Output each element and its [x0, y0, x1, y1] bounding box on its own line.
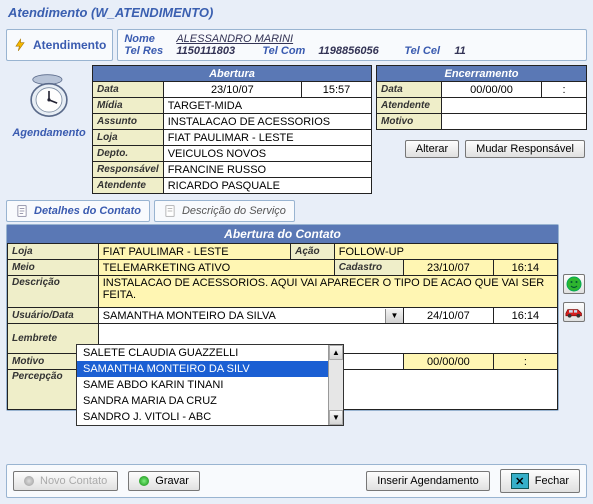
contato-acao-value: FOLLOW-UP [334, 244, 557, 260]
abertura-table: Abertura Data 23/10/07 15:57 Mídia TARGE… [92, 65, 372, 194]
contato-usuario-date[interactable]: 24/10/07 [404, 308, 494, 324]
contato-cadastro-time: 16:14 [493, 260, 557, 276]
scroll-down-button[interactable]: ▼ [329, 410, 343, 425]
atendimento-label: Atendimento [33, 38, 106, 52]
contato-acao-label: Ação [291, 244, 335, 260]
abertura-midia-value: TARGET-MIDA [163, 98, 371, 114]
contato-meio-label: Meio [8, 260, 99, 276]
car-button[interactable] [563, 302, 585, 322]
contato-cadastro-date: 23/10/07 [404, 260, 494, 276]
enc-hora-value: : [542, 82, 587, 98]
car-icon [564, 305, 584, 319]
telres-value: 1150111803 [176, 45, 256, 57]
page-icon [163, 204, 177, 218]
dropdown-option[interactable]: SAME ABDO KARIN TINANI [77, 377, 343, 393]
smiley-icon [566, 276, 582, 292]
dot-green-icon [139, 476, 149, 486]
tab-detalhes-label: Detalhes do Contato [34, 205, 141, 217]
contato-loja-label: Loja [8, 244, 99, 260]
enc-motivo-label: Motivo [377, 114, 442, 130]
abertura-data-label: Data [93, 82, 164, 98]
contato-motivo-time: : [493, 354, 557, 370]
abertura-header: Abertura [93, 66, 372, 82]
telcom-value: 1198856056 [318, 45, 398, 57]
close-x-icon: ✕ [511, 473, 529, 489]
contato-motivo-date: 00/00/00 [404, 354, 494, 370]
agendamento-label: Agendamento [12, 127, 85, 139]
enc-data-value: 00/00/00 [442, 82, 542, 98]
abertura-loja-value: FIAT PAULIMAR - LESTE [163, 130, 371, 146]
encerramento-header: Encerramento [377, 66, 587, 82]
agendamento-box: Agendamento [6, 65, 92, 194]
scroll-up-button[interactable]: ▲ [329, 345, 343, 360]
abertura-hora-value: 15:57 [302, 82, 372, 98]
dropdown-option[interactable]: SALETE CLAUDIA GUAZZELLI [77, 345, 343, 361]
abertura-depto-value: VEICULOS NOVOS [163, 146, 371, 162]
mudar-responsavel-button[interactable]: Mudar Responsável [465, 140, 585, 158]
abertura-data-value: 23/10/07 [163, 82, 301, 98]
tab-descricao-label: Descrição do Serviço [182, 205, 286, 217]
fechar-button[interactable]: ✕ Fechar [500, 469, 580, 493]
abertura-resp-value: FRANCINE RUSSO [163, 162, 371, 178]
abertura-assunto-label: Assunto [93, 114, 164, 130]
telres-label: Tel Res [124, 45, 170, 57]
contato-loja-value: FIAT PAULIMAR - LESTE [98, 244, 290, 260]
dropdown-scrollbar[interactable]: ▲ ▼ [328, 345, 343, 425]
alterar-button[interactable]: Alterar [405, 140, 459, 158]
enc-atend-value [442, 98, 587, 114]
telcom-label: Tel Com [262, 45, 312, 57]
contato-usuario-time[interactable]: 16:14 [493, 308, 557, 324]
enc-motivo-value [442, 114, 587, 130]
contato-meio-value: TELEMARKETING ATIVO [98, 260, 334, 276]
abertura-assunto-value: INSTALACAO DE ACESSORIOS [163, 114, 371, 130]
dot-gray-icon [24, 476, 34, 486]
gravar-button[interactable]: Gravar [128, 471, 200, 491]
atendimento-header: Atendimento [6, 29, 113, 61]
lightning-icon [13, 38, 27, 52]
contato-desc-label: Descrição [8, 276, 99, 308]
contato-header: Abertura do Contato [7, 225, 558, 243]
encerramento-table: Encerramento Data 00/00/00 : Atendente M… [376, 65, 587, 130]
nome-value[interactable]: ALESSANDRO MARINI [176, 33, 293, 45]
telcel-label: Tel Cel [404, 45, 448, 57]
inserir-agendamento-button[interactable]: Inserir Agendamento [366, 471, 490, 491]
fechar-label: Fechar [535, 475, 569, 487]
gravar-label: Gravar [155, 475, 189, 487]
page-icon [15, 204, 29, 218]
tab-detalhes-contato[interactable]: Detalhes do Contato [6, 200, 150, 222]
usuario-dropdown-list[interactable]: ▲ ▼ SALETE CLAUDIA GUAZZELLISAMANTHA MON… [76, 344, 344, 426]
abertura-depto-label: Depto. [93, 146, 164, 162]
contato-desc-value: INSTALACAO DE ACESSORIOS. AQUI VAI APARE… [98, 276, 557, 308]
contato-usuario-label: Usuário/Data [8, 308, 99, 324]
watch-icon [23, 69, 75, 121]
dropdown-option[interactable]: SAMANTHA MONTEIRO DA SILV [77, 361, 343, 377]
abertura-atend-label: Atendente [93, 178, 164, 194]
novo-contato-label: Novo Contato [40, 475, 107, 487]
usuario-dropdown-arrow[interactable]: ▼ [385, 309, 403, 323]
abertura-loja-label: Loja [93, 130, 164, 146]
enc-data-label: Data [377, 82, 442, 98]
telcel-value: 11 [454, 45, 465, 57]
inserir-agend-label: Inserir Agendamento [377, 475, 479, 487]
dropdown-option[interactable]: SANDRA MARIA DA CRUZ [77, 393, 343, 409]
nome-label: Nome [124, 33, 170, 45]
bottom-toolbar: Novo Contato Gravar Inserir Agendamento … [6, 464, 587, 498]
abertura-resp-label: Responsável [93, 162, 164, 178]
contact-info-box: Nome ALESSANDRO MARINI Tel Res 115011180… [117, 29, 587, 61]
status-green-button[interactable] [563, 274, 585, 294]
enc-atend-label: Atendente [377, 98, 442, 114]
abertura-atend-value: RICARDO PASQUALE [163, 178, 371, 194]
dropdown-option[interactable]: SANDRO J. VITOLI - ABC [77, 409, 343, 425]
contato-cadastro-label: Cadastro [334, 260, 403, 276]
contato-usuario-value: SAMANTHA MONTEIRO DA SILVA [99, 309, 385, 323]
window-title: Atendimento (W_ATENDIMENTO) [0, 0, 593, 25]
abertura-midia-label: Mídia [93, 98, 164, 114]
novo-contato-button[interactable]: Novo Contato [13, 471, 118, 491]
tab-descricao-servico[interactable]: Descrição do Serviço [154, 200, 295, 222]
